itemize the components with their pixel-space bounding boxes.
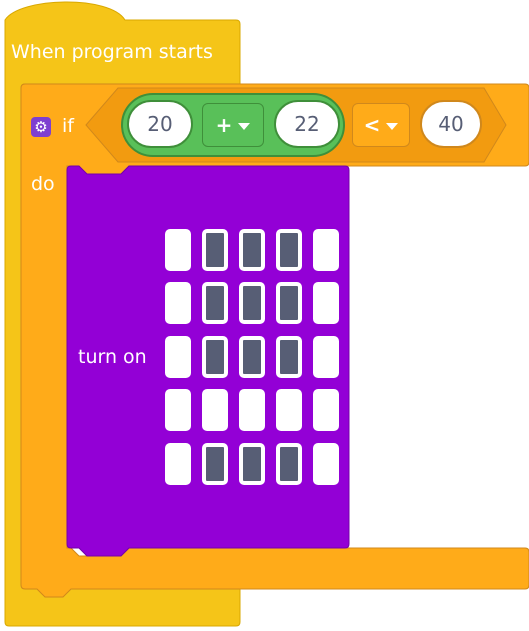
led-cell[interactable] xyxy=(239,229,265,271)
led-cell[interactable] xyxy=(276,336,302,378)
compare-operator-dropdown[interactable]: < xyxy=(352,103,410,147)
led-cell[interactable] xyxy=(202,336,228,378)
led-cell[interactable] xyxy=(276,229,302,271)
hat-block-label: When program starts xyxy=(11,41,213,63)
led-cell[interactable] xyxy=(313,336,339,378)
led-cell[interactable] xyxy=(165,282,191,324)
led-cell[interactable] xyxy=(165,336,191,378)
gear-icon[interactable]: ⚙ xyxy=(31,117,51,137)
led-cell[interactable] xyxy=(202,443,228,485)
arith-operator-label: + xyxy=(215,113,233,137)
led-cell[interactable] xyxy=(165,229,191,271)
led-cell[interactable] xyxy=(202,389,228,431)
chevron-down-icon xyxy=(386,122,399,130)
if-keyword: if xyxy=(62,115,74,137)
left-operand-input[interactable]: 20 xyxy=(127,100,193,148)
led-cell[interactable] xyxy=(239,443,265,485)
compare-value-input[interactable]: 40 xyxy=(420,100,482,148)
led-cell[interactable] xyxy=(239,336,265,378)
do-label: do xyxy=(31,173,55,195)
led-cell[interactable] xyxy=(276,389,302,431)
led-cell[interactable] xyxy=(276,443,302,485)
led-cell[interactable] xyxy=(239,282,265,324)
right-operand-input[interactable]: 22 xyxy=(274,100,340,148)
led-cell[interactable] xyxy=(239,389,265,431)
led-block-label: turn on xyxy=(78,346,147,368)
led-cell[interactable] xyxy=(165,443,191,485)
led-cell[interactable] xyxy=(276,282,302,324)
led-cell[interactable] xyxy=(313,443,339,485)
arith-operator-dropdown[interactable]: + xyxy=(202,103,264,147)
led-cell[interactable] xyxy=(313,389,339,431)
led-matrix xyxy=(165,229,339,485)
led-cell[interactable] xyxy=(202,282,228,324)
led-cell[interactable] xyxy=(313,282,339,324)
led-cell[interactable] xyxy=(313,229,339,271)
compare-operator-label: < xyxy=(363,113,381,137)
led-cell[interactable] xyxy=(202,229,228,271)
led-cell[interactable] xyxy=(165,389,191,431)
chevron-down-icon xyxy=(238,122,251,130)
